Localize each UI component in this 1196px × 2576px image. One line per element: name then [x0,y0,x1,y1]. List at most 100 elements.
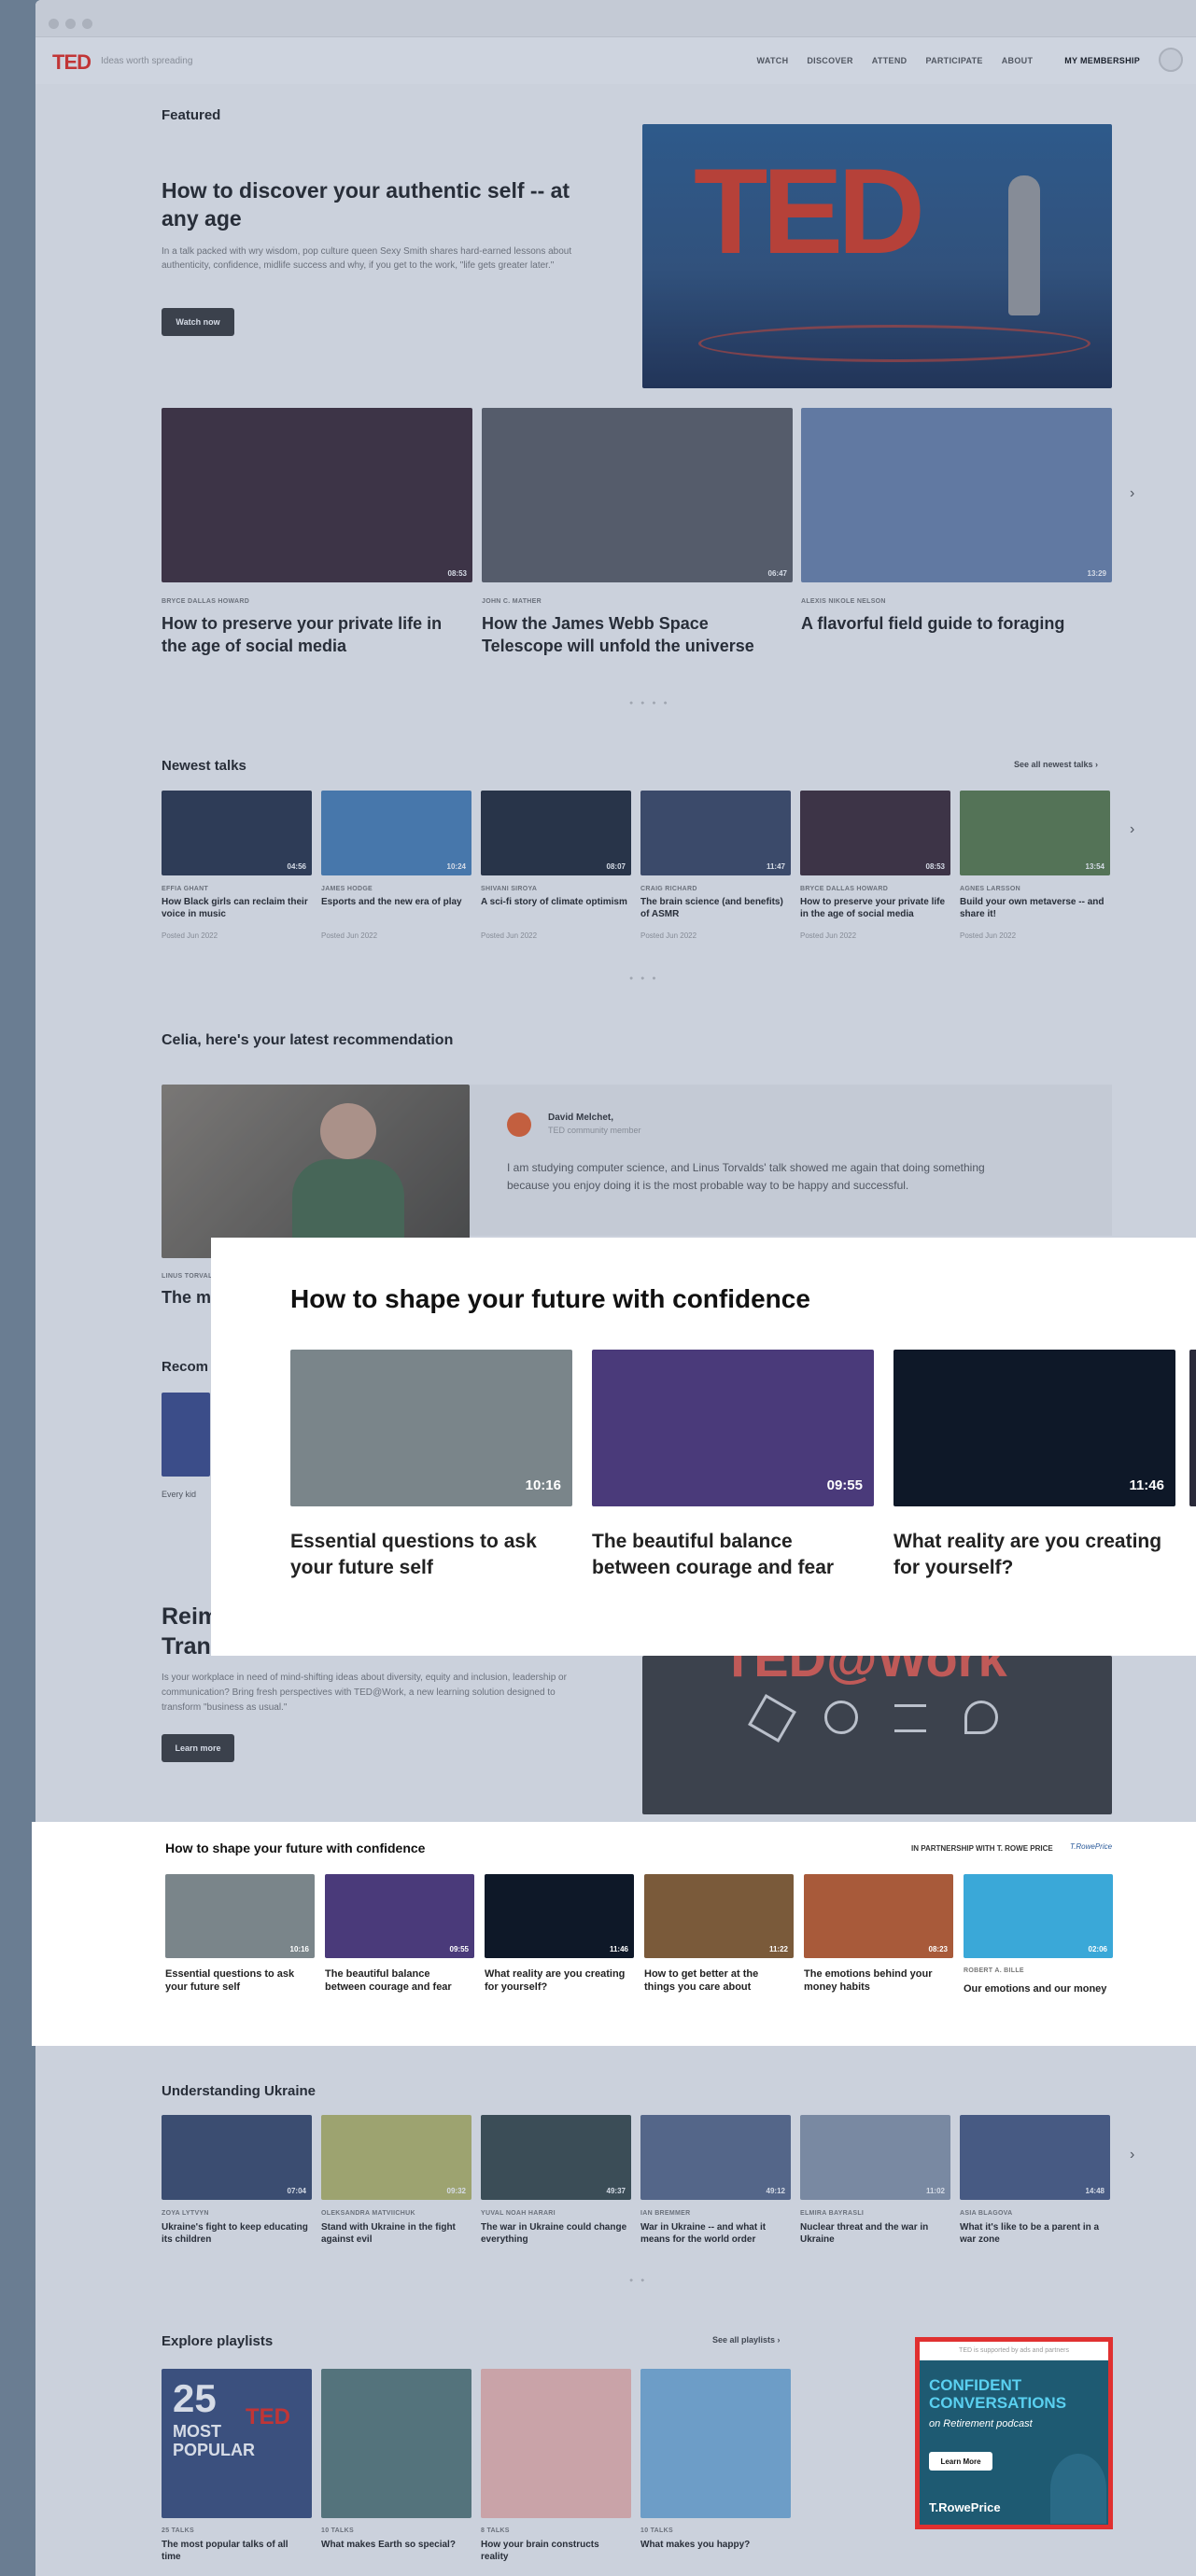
ukraine-title[interactable]: Stand with Ukraine in the fight against … [321,2221,469,2246]
zoom-thumb[interactable]: 10:16 [290,1350,572,1506]
duration-label: 14:48 [1085,2187,1105,2195]
nav-attend[interactable]: ATTEND [872,56,908,65]
ukraine-next-arrow[interactable]: › [1130,2147,1134,2163]
newest-title[interactable]: Build your own metaverse -- and share it… [960,896,1107,920]
newest-title[interactable]: How to preserve your private life in the… [800,896,948,920]
strip-partner-logo[interactable]: T.RowePrice [1070,1842,1112,1851]
newest-title[interactable]: A sci-fi story of climate optimism [481,896,628,908]
newest-title[interactable]: Esports and the new era of play [321,896,469,908]
featured-row-thumb[interactable]: 13:29 [801,408,1112,582]
watch-now-button[interactable]: Watch now [162,308,234,336]
newest-thumb[interactable]: 11:47 [640,791,791,875]
featured-title[interactable]: How to discover your authentic self -- a… [162,177,572,233]
newest-thumb[interactable]: 10:24 [321,791,471,875]
recommend-video-thumb[interactable] [162,1085,470,1258]
ad-learn-more-button[interactable]: Learn More [929,2452,992,2471]
ted-at-work-banner[interactable]: TED@Work [642,1656,1112,1814]
recommend-row-title[interactable]: Every kid [162,1490,196,1499]
see-all-newest-link[interactable]: See all newest talks › [1014,760,1098,769]
minimize-window-icon[interactable] [65,19,76,29]
zoom-thumb[interactable]: 11:46 [893,1350,1175,1506]
featured-hero-image[interactable]: TED [642,124,1112,388]
duration-label: 11:47 [766,862,785,871]
playlist-thumb[interactable] [640,2369,791,2518]
playlist-title[interactable]: The most popular talks of all time [162,2539,309,2563]
playlist-title[interactable]: What makes Earth so special? [321,2539,469,2551]
chat-icon [964,1701,998,1734]
strip-thumb[interactable]: 08:23 [804,1874,953,1958]
featured-row-title[interactable]: How to preserve your private life in the… [162,612,470,658]
ukraine-thumb[interactable]: 09:32 [321,2115,471,2200]
strip-item-title[interactable]: How to get better at the things you care… [644,1967,792,1995]
ukraine-title[interactable]: The war in Ukraine could change everythi… [481,2221,628,2246]
featured-next-arrow[interactable]: › [1130,485,1134,502]
newest-posted: Posted Jun 2022 [162,931,218,940]
ukraine-thumb[interactable]: 49:37 [481,2115,631,2200]
newest-title[interactable]: How Black girls can reclaim their voice … [162,896,309,920]
partner-strip: How to shape your future with confidence… [32,1822,1196,2046]
ukraine-thumb[interactable]: 11:02 [800,2115,950,2200]
ukraine-speaker: ZOYA LYTVYN [162,2210,209,2217]
playlist-thumb[interactable] [321,2369,471,2518]
strip-item-title[interactable]: Essential questions to ask your future s… [165,1967,313,1995]
recommend-quote-card: David Melchet, TED community member I am… [470,1085,1112,1236]
nav-watch[interactable]: WATCH [757,56,789,65]
strip-thumb[interactable]: 11:46 [485,1874,634,1958]
newest-next-arrow[interactable]: › [1130,821,1134,838]
zoom-item-title[interactable]: What reality are you creating for yourse… [893,1529,1174,1582]
recommend-row-thumb[interactable] [162,1393,210,1477]
strip-item-title[interactable]: What reality are you creating for yourse… [485,1967,632,1995]
zoom-item-title[interactable]: The beautiful balance between courage an… [592,1529,872,1582]
duration-label: 09:55 [826,1477,863,1493]
maximize-window-icon[interactable] [82,19,92,29]
duration-label: 49:12 [766,2187,785,2195]
featured-row-speaker: BRYCE DALLAS HOWARD [162,598,250,605]
ukraine-pagination-dots[interactable]: ● ● [629,2277,647,2284]
close-window-icon[interactable] [49,19,59,29]
learn-more-button[interactable]: Learn more [162,1734,234,1762]
ukraine-title[interactable]: What it's like to be a parent in a war z… [960,2221,1107,2246]
playlist-title[interactable]: What makes you happy? [640,2539,788,2551]
playlist-thumb[interactable] [481,2369,631,2518]
user-avatar[interactable] [1159,48,1183,72]
head-icon [824,1701,858,1734]
nav-about[interactable]: ABOUT [1002,56,1034,65]
featured-row-title[interactable]: How the James Webb Space Telescope will … [482,612,790,658]
ukraine-thumb[interactable]: 14:48 [960,2115,1110,2200]
strip-thumb[interactable]: 11:22 [644,1874,794,1958]
zoom-partial-thumb[interactable] [1189,1350,1196,1506]
newest-thumb[interactable]: 08:07 [481,791,631,875]
see-all-playlists-label: See all playlists [712,2335,776,2345]
see-all-playlists-link[interactable]: See all playlists › [712,2335,781,2345]
nav-membership[interactable]: MY MEMBERSHIP [1064,56,1140,65]
ukraine-title[interactable]: Nuclear threat and the war in Ukraine [800,2221,948,2246]
ukraine-title[interactable]: War in Ukraine -- and what it means for … [640,2221,788,2246]
playlist-thumb[interactable]: 25 MOST POPULAR TED [162,2369,312,2518]
playlist-title[interactable]: How your brain constructs reality [481,2539,628,2563]
ukraine-thumb[interactable]: 49:12 [640,2115,791,2200]
newest-thumb[interactable]: 08:53 [800,791,950,875]
featured-row-title[interactable]: A flavorful field guide to foraging [801,612,1109,635]
strip-item-title[interactable]: The beautiful balance between courage an… [325,1967,472,1995]
zoom-thumb[interactable]: 09:55 [592,1350,874,1506]
ukraine-title[interactable]: Ukraine's fight to keep educating its ch… [162,2221,309,2246]
zoom-item-title[interactable]: Essential questions to ask your future s… [290,1529,570,1582]
newest-thumb[interactable]: 13:54 [960,791,1110,875]
featured-row-thumb[interactable]: 08:53 [162,408,472,582]
strip-thumb[interactable]: 02:06 [964,1874,1113,1958]
strip-thumb[interactable]: 10:16 [165,1874,315,1958]
strip-item-title[interactable]: The emotions behind your money habits [804,1967,951,1995]
nav-discover[interactable]: DISCOVER [807,56,852,65]
newest-thumb[interactable]: 04:56 [162,791,312,875]
strip-item-title[interactable]: Our emotions and our money [964,1982,1111,1995]
recommend-title[interactable]: The m [162,1288,211,1308]
newest-pagination-dots[interactable]: ● ● ● [629,975,659,982]
strip-thumb[interactable]: 09:55 [325,1874,474,1958]
newest-title[interactable]: The brain science (and benefits) of ASMR [640,896,788,920]
ukraine-thumb[interactable]: 07:04 [162,2115,312,2200]
featured-row-thumb[interactable]: 06:47 [482,408,793,582]
ted-logo[interactable]: TED [52,50,91,75]
nav-participate[interactable]: PARTICIPATE [925,56,982,65]
advertisement[interactable]: TED is supported by ads and partners CON… [915,2337,1113,2529]
pagination-dots[interactable]: ● ● ● ● [629,700,670,707]
